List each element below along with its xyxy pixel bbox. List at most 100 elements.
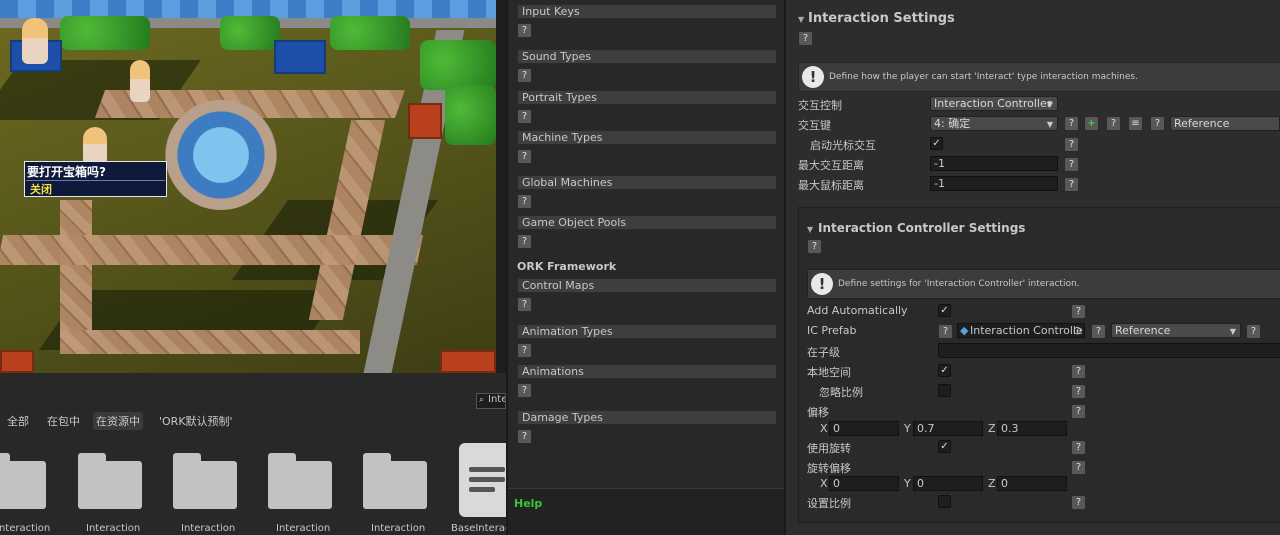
max-distance-field[interactable]: -1: [930, 156, 1058, 171]
interaction-key-dropdown[interactable]: 4: 确定 ▼: [930, 116, 1058, 131]
section-sound-types[interactable]: Sound Types: [517, 49, 777, 64]
scope-all[interactable]: 全部: [4, 412, 32, 430]
help-button[interactable]: ?: [517, 109, 532, 124]
dialog-option-close[interactable]: 关闭: [26, 180, 165, 196]
ic-prefab-object-field[interactable]: ◆ Interaction Controlle ⊙: [957, 323, 1085, 338]
max-mouse-distance-field[interactable]: -1: [930, 176, 1058, 191]
help-label: Help: [514, 497, 543, 510]
control-label: 交互控制: [798, 99, 842, 112]
red-box: [440, 350, 496, 373]
help-button[interactable]: ?: [517, 234, 532, 249]
help-button[interactable]: ?: [1071, 460, 1086, 475]
help-button[interactable]: ?: [517, 343, 532, 358]
help-button[interactable]: ?: [1071, 304, 1086, 319]
help-panel: Help: [508, 488, 784, 535]
ignore-scale-checkbox[interactable]: [938, 384, 951, 397]
cursor-interact-label: 启动光标交互: [810, 139, 876, 152]
search-icon: ⌕: [479, 395, 485, 405]
section-animations[interactable]: Animations: [517, 364, 777, 379]
offset-z-field[interactable]: 0.3: [997, 421, 1067, 436]
npc-character: [22, 18, 48, 64]
folder-icon[interactable]: [173, 453, 237, 509]
rot-z-field[interactable]: 0: [997, 476, 1067, 491]
object-picker-icon[interactable]: ⊙: [1073, 324, 1082, 337]
rotation-offset-label: 旋转偏移: [807, 462, 851, 475]
section-global-machines[interactable]: Global Machines: [517, 175, 777, 190]
use-rotation-checkbox[interactable]: ✓: [938, 440, 951, 453]
ic-prefab-label: IC Prefab: [807, 324, 857, 337]
folder-icon[interactable]: [78, 453, 142, 509]
add-icon[interactable]: +: [1084, 116, 1099, 131]
help-button[interactable]: ?: [1091, 324, 1106, 339]
add-automatically-checkbox[interactable]: ✓: [938, 304, 951, 317]
offset-y-label: Y: [904, 422, 911, 435]
help-button[interactable]: ?: [517, 23, 532, 38]
section-damage-types[interactable]: Damage Types: [517, 410, 777, 425]
foldout-arrow-icon[interactable]: ▼: [798, 15, 804, 24]
help-button[interactable]: ?: [807, 239, 822, 254]
scope-in-assets[interactable]: 在资源中: [93, 412, 143, 430]
help-button[interactable]: ?: [517, 297, 532, 312]
local-space-checkbox[interactable]: ✓: [938, 364, 951, 377]
set-scale-label: 设置比例: [807, 497, 851, 510]
help-button[interactable]: ?: [938, 324, 953, 339]
key-reference-dropdown[interactable]: Reference: [1170, 116, 1280, 131]
info-box: ! Define how the player can start 'Inter…: [798, 62, 1280, 92]
folder-icon[interactable]: [363, 453, 427, 509]
help-button[interactable]: ?: [1064, 157, 1079, 172]
help-button[interactable]: ?: [1071, 440, 1086, 455]
help-button[interactable]: ?: [517, 429, 532, 444]
section-game-object-pools[interactable]: Game Object Pools: [517, 215, 777, 230]
dialog-box: 要打开宝箱吗? 关闭: [24, 161, 167, 197]
folder-icon[interactable]: [268, 453, 332, 509]
section-control-maps[interactable]: Control Maps: [517, 278, 777, 293]
offset-x-field[interactable]: 0: [829, 421, 899, 436]
help-button[interactable]: ?: [1064, 177, 1079, 192]
help-button[interactable]: ?: [517, 68, 532, 83]
rot-x-field[interactable]: 0: [829, 476, 899, 491]
help-button[interactable]: ?: [1071, 364, 1086, 379]
section-portrait-types[interactable]: Portrait Types: [517, 90, 777, 105]
rot-y-label: Y: [904, 477, 911, 490]
game-view[interactable]: 要打开宝箱吗? 关闭: [0, 0, 496, 373]
cursor-interact-checkbox[interactable]: ✓: [930, 137, 943, 150]
offset-x-label: X: [820, 422, 828, 435]
help-button[interactable]: ?: [517, 383, 532, 398]
section-animation-types[interactable]: Animation Types: [517, 324, 777, 339]
foldout-arrow-icon[interactable]: ▼: [807, 225, 813, 234]
rot-z-label: Z: [988, 477, 996, 490]
set-scale-checkbox[interactable]: [938, 495, 951, 508]
interaction-control-dropdown[interactable]: Interaction Controller ▼: [930, 96, 1058, 111]
help-button[interactable]: ?: [1064, 137, 1079, 152]
help-button[interactable]: ?: [1071, 404, 1086, 419]
help-button[interactable]: ?: [798, 31, 813, 46]
max-distance-label: 最大交互距离: [798, 159, 864, 172]
bench: [274, 40, 326, 74]
section-machine-types[interactable]: Machine Types: [517, 130, 777, 145]
help-button[interactable]: ?: [1071, 495, 1086, 510]
rot-y-field[interactable]: 0: [913, 476, 983, 491]
hedge: [445, 85, 496, 145]
project-search-field[interactable]: ⌕ Inte: [476, 393, 506, 409]
info-box: ! Define settings for 'Interaction Contr…: [807, 269, 1280, 299]
offset-y-field[interactable]: 0.7: [913, 421, 983, 436]
scope-ork-folder[interactable]: 'ORK默认预制': [156, 412, 236, 430]
list-icon[interactable]: ≡: [1128, 116, 1143, 131]
help-button[interactable]: ?: [517, 149, 532, 164]
scope-in-packages[interactable]: 在包中: [44, 412, 83, 430]
help-button[interactable]: ?: [1064, 116, 1079, 131]
help-button[interactable]: ?: [1071, 384, 1086, 399]
prefab-reference-dropdown[interactable]: Reference ▼: [1111, 323, 1241, 338]
help-button[interactable]: ?: [1150, 116, 1165, 131]
use-rotation-label: 使用旋转: [807, 442, 851, 455]
hedge: [420, 40, 496, 90]
section-input-keys[interactable]: Input Keys: [517, 4, 777, 19]
folder-icon[interactable]: [0, 453, 46, 509]
help-button[interactable]: ?: [1106, 116, 1121, 131]
help-button[interactable]: ?: [1246, 324, 1261, 339]
help-button[interactable]: ?: [517, 194, 532, 209]
child-of-field[interactable]: [938, 343, 1280, 358]
chevron-down-icon: ▼: [1229, 327, 1236, 336]
file-label: Interaction: [371, 523, 426, 534]
file-label: Interaction: [181, 523, 236, 534]
